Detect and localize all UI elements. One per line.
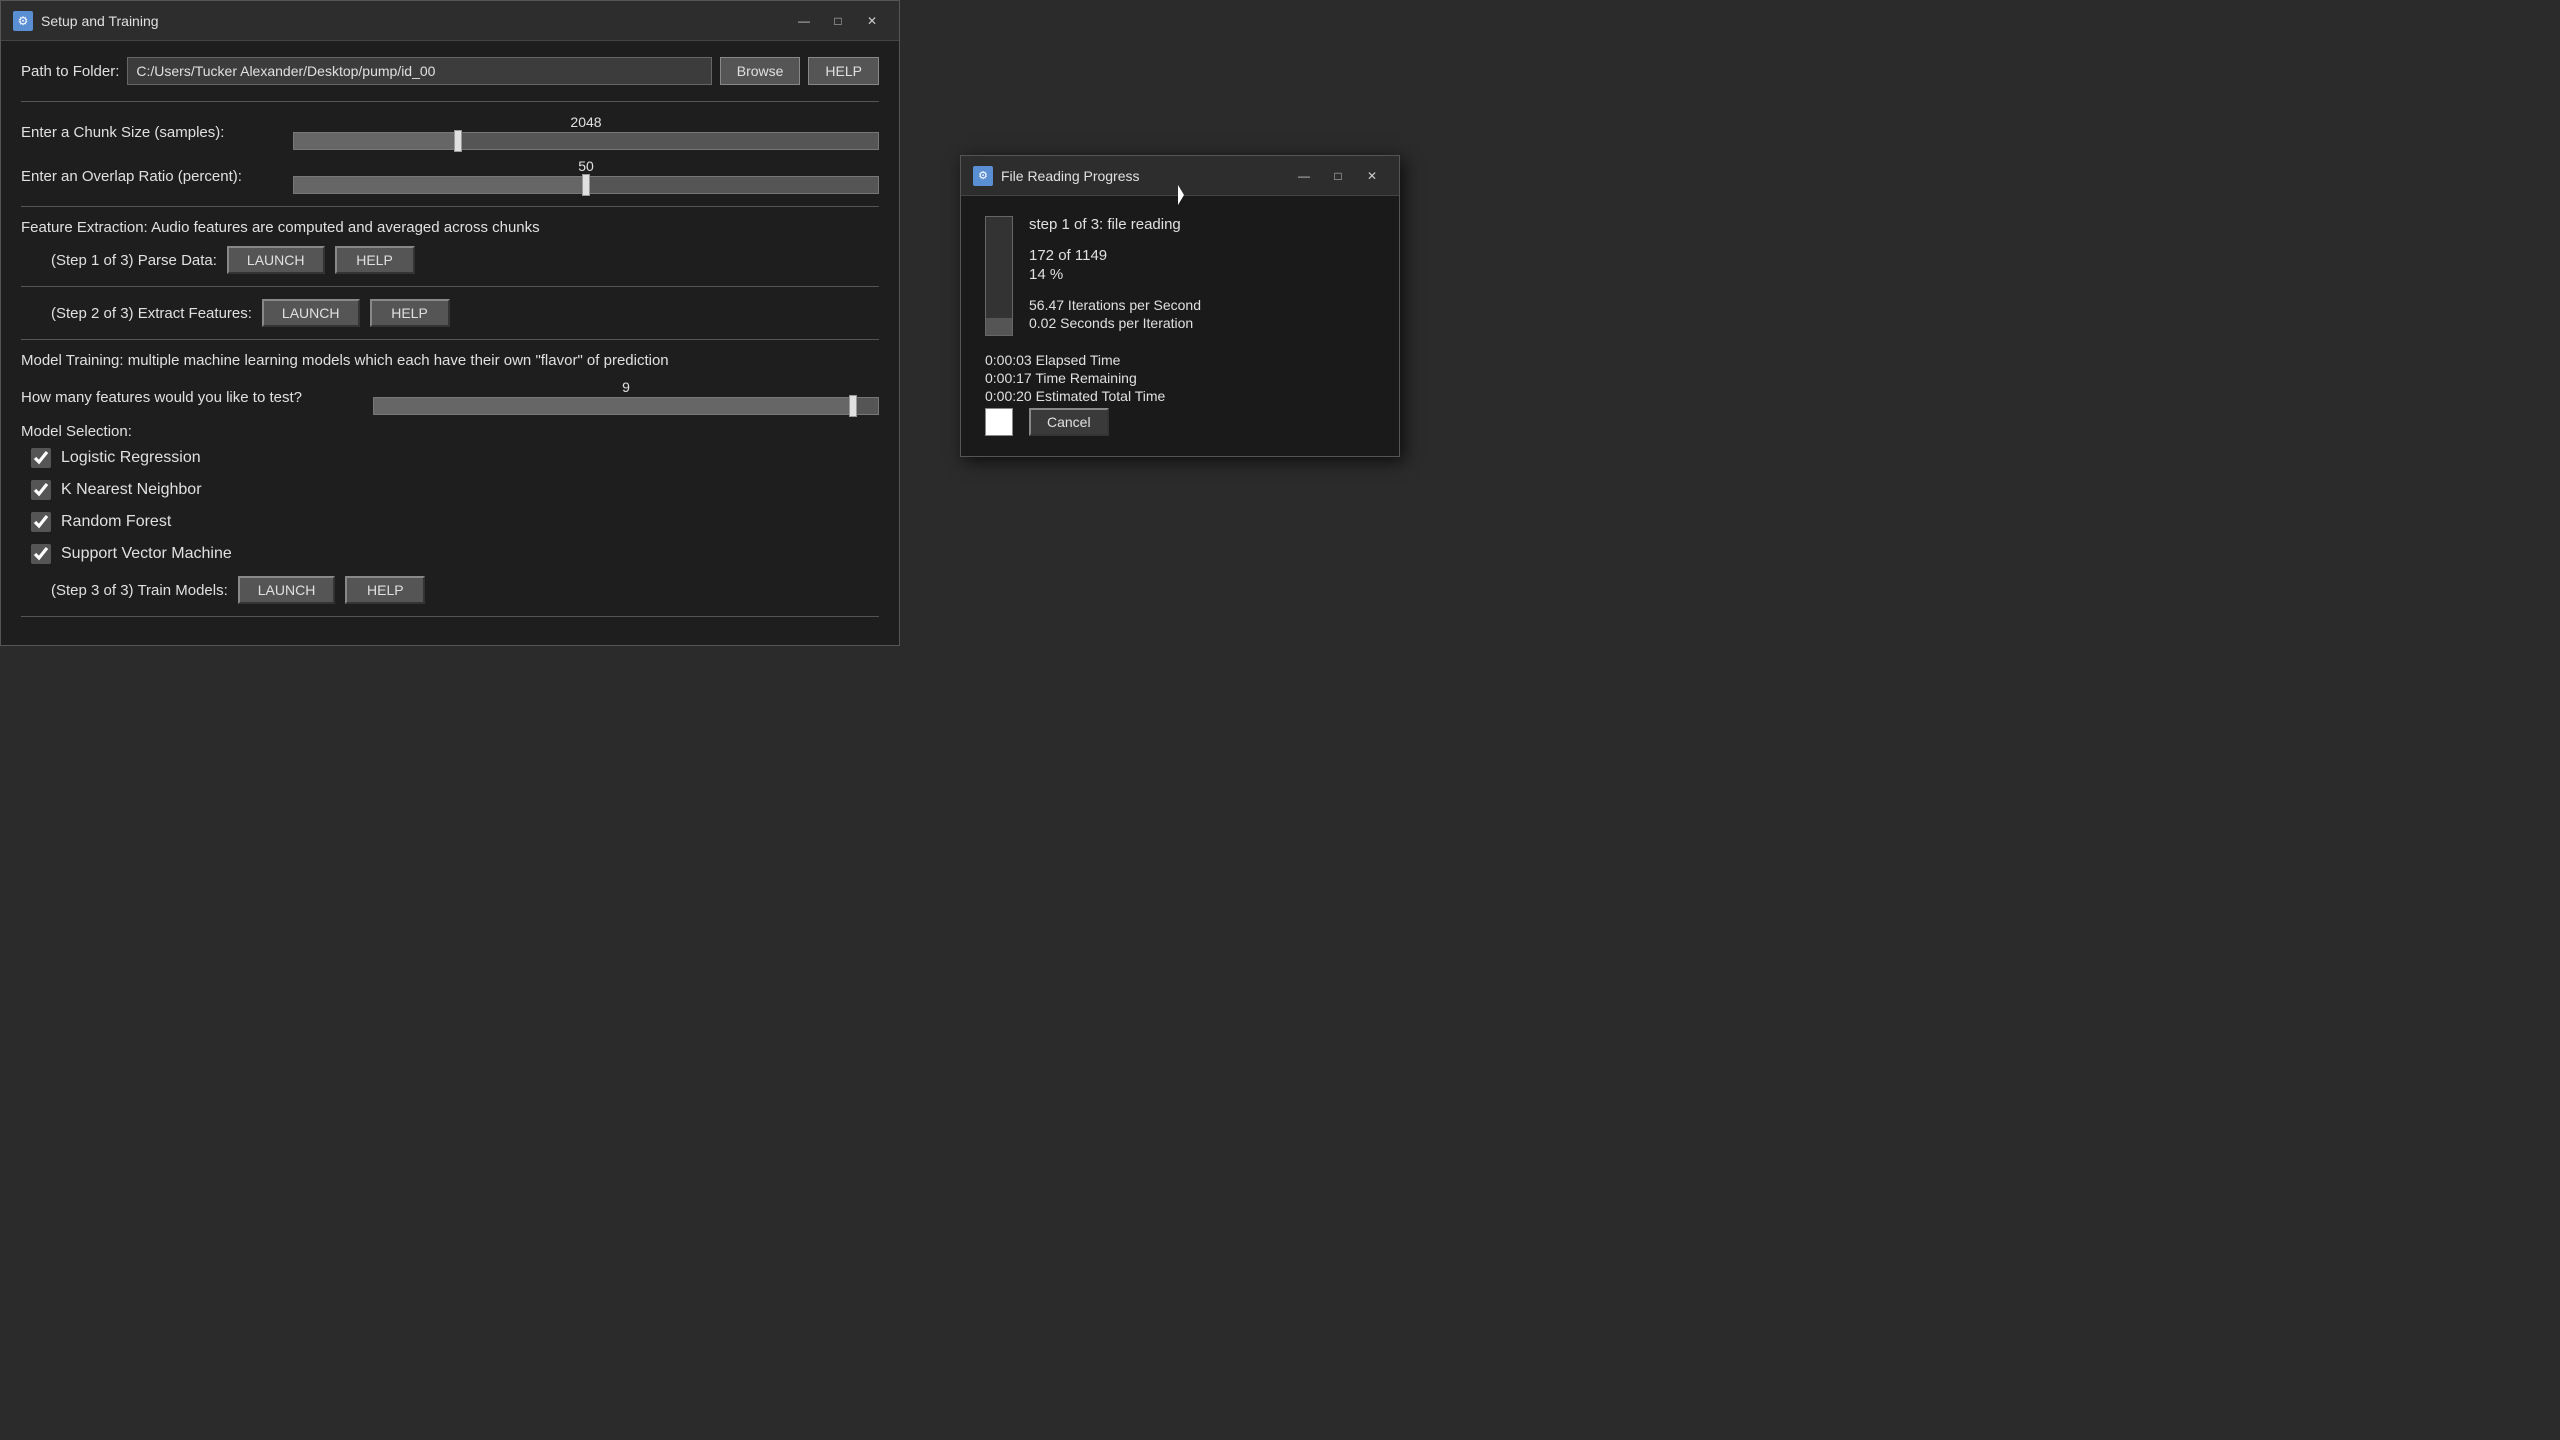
progress-minimize-button[interactable]: — [1289, 165, 1319, 187]
progress-window-controls: — □ ✕ [1289, 165, 1387, 187]
main-window: ⚙ Setup and Training — □ ✕ Path to Folde… [0, 0, 900, 646]
path-label: Path to Folder: [21, 63, 119, 80]
features-value: 9 [373, 379, 879, 395]
knn-checkbox[interactable] [31, 480, 51, 500]
step2-help-button[interactable]: HELP [370, 299, 450, 327]
overlap-ratio-value: 50 [293, 158, 879, 174]
progress-titlebar: ⚙ File Reading Progress — □ ✕ [961, 156, 1399, 196]
progress-percent: 14 % [1029, 266, 1375, 283]
overlap-ratio-row: Enter an Overlap Ratio (percent): 50 [21, 158, 879, 194]
progress-bar-fill [986, 318, 1012, 335]
separator-3 [21, 286, 879, 287]
progress-dialog: ⚙ File Reading Progress — □ ✕ step 1 of … [960, 155, 1400, 457]
step3-launch-button[interactable]: LAUNCH [238, 576, 336, 604]
random-forest-checkbox[interactable] [31, 512, 51, 532]
progress-close-button[interactable]: ✕ [1357, 165, 1387, 187]
random-forest-label: Random Forest [61, 513, 171, 531]
estimated-total: 0:00:20 Estimated Total Time [985, 388, 1375, 404]
features-slider-container: 9 [373, 379, 879, 415]
progress-bar-vertical [985, 216, 1013, 336]
features-row: How many features would you like to test… [21, 379, 879, 415]
main-window-controls: — □ ✕ [789, 10, 887, 32]
model-training-description: Model Training: multiple machine learnin… [21, 352, 879, 369]
main-window-content: Path to Folder: Browse HELP Enter a Chun… [1, 41, 899, 645]
progress-content: step 1 of 3: file reading 172 of 1149 14… [961, 196, 1399, 456]
chunk-size-section: Enter a Chunk Size (samples): 2048 [21, 114, 879, 150]
chunk-size-fill [294, 133, 458, 149]
progress-seconds: 0.02 Seconds per Iteration [1029, 315, 1375, 331]
progress-info: step 1 of 3: file reading 172 of 1149 14… [1029, 216, 1375, 336]
main-window-icon: ⚙ [13, 11, 33, 31]
step2-label: (Step 2 of 3) Extract Features: [51, 305, 252, 322]
separator-bottom [21, 616, 879, 617]
progress-step-text: step 1 of 3: file reading [1029, 216, 1375, 233]
svm-row: Support Vector Machine [21, 544, 879, 564]
separator-1 [21, 101, 879, 102]
step1-help-button[interactable]: HELP [335, 246, 415, 274]
maximize-button[interactable]: □ [823, 10, 853, 32]
step1-label: (Step 1 of 3) Parse Data: [51, 252, 217, 269]
overlap-ratio-slider[interactable] [293, 176, 879, 194]
progress-maximize-button[interactable]: □ [1323, 165, 1353, 187]
step3-help-button[interactable]: HELP [345, 576, 425, 604]
path-help-button[interactable]: HELP [808, 57, 879, 85]
minimize-button[interactable]: — [789, 10, 819, 32]
browse-button[interactable]: Browse [720, 57, 801, 85]
svm-label: Support Vector Machine [61, 545, 232, 563]
chunk-size-slider[interactable] [293, 132, 879, 150]
progress-cancel-area: Cancel [985, 408, 1375, 436]
close-button[interactable]: ✕ [857, 10, 887, 32]
progress-white-box [985, 408, 1013, 436]
progress-window-icon: ⚙ [973, 166, 993, 186]
overlap-ratio-fill [294, 177, 586, 193]
separator-4 [21, 339, 879, 340]
step3-row: (Step 3 of 3) Train Models: LAUNCH HELP [21, 576, 879, 604]
model-selection-label: Model Selection: [21, 423, 879, 440]
overlap-ratio-thumb[interactable] [582, 174, 590, 196]
chunk-size-label: Enter a Chunk Size (samples): [21, 124, 281, 141]
progress-count: 172 of 1149 [1029, 247, 1375, 264]
step1-launch-button[interactable]: LAUNCH [227, 246, 325, 274]
path-input[interactable] [127, 57, 711, 85]
time-remaining: 0:00:17 Time Remaining [985, 370, 1375, 386]
step1-row: (Step 1 of 3) Parse Data: LAUNCH HELP [21, 246, 879, 274]
cancel-button[interactable]: Cancel [1029, 408, 1109, 436]
random-forest-row: Random Forest [21, 512, 879, 532]
logistic-regression-row: Logistic Regression [21, 448, 879, 468]
features-slider[interactable] [373, 397, 879, 415]
features-fill [374, 398, 853, 414]
main-window-title: Setup and Training [41, 13, 789, 29]
feature-extraction-description: Feature Extraction: Audio features are c… [21, 219, 879, 236]
path-row: Path to Folder: Browse HELP [21, 57, 879, 85]
progress-dialog-title: File Reading Progress [1001, 168, 1289, 184]
overlap-ratio-label: Enter an Overlap Ratio (percent): [21, 168, 281, 185]
separator-2 [21, 206, 879, 207]
logistic-regression-label: Logistic Regression [61, 449, 201, 467]
chunk-size-slider-container: 2048 [293, 114, 879, 150]
overlap-ratio-section: Enter an Overlap Ratio (percent): 50 [21, 158, 879, 194]
features-thumb[interactable] [849, 395, 857, 417]
features-label: How many features would you like to test… [21, 389, 361, 406]
chunk-size-value: 2048 [293, 114, 879, 130]
step2-row: (Step 2 of 3) Extract Features: LAUNCH H… [21, 299, 879, 327]
progress-iterations: 56.47 Iterations per Second [1029, 297, 1375, 313]
overlap-ratio-slider-container: 50 [293, 158, 879, 194]
chunk-size-row: Enter a Chunk Size (samples): 2048 [21, 114, 879, 150]
knn-label: K Nearest Neighbor [61, 481, 202, 499]
knn-row: K Nearest Neighbor [21, 480, 879, 500]
progress-bar-area: step 1 of 3: file reading 172 of 1149 14… [985, 216, 1375, 336]
chunk-size-thumb[interactable] [454, 130, 462, 152]
elapsed-time: 0:00:03 Elapsed Time [985, 352, 1375, 368]
progress-time-section: 0:00:03 Elapsed Time 0:00:17 Time Remain… [985, 352, 1375, 404]
step2-launch-button[interactable]: LAUNCH [262, 299, 360, 327]
step3-label: (Step 3 of 3) Train Models: [51, 582, 228, 599]
logistic-regression-checkbox[interactable] [31, 448, 51, 468]
main-titlebar: ⚙ Setup and Training — □ ✕ [1, 1, 899, 41]
svm-checkbox[interactable] [31, 544, 51, 564]
